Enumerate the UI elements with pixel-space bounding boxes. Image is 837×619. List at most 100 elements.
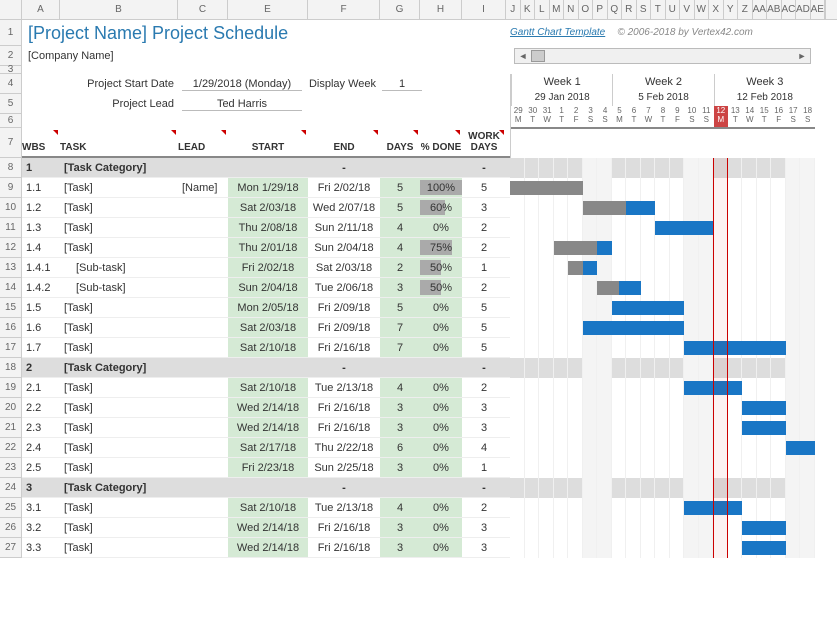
scroll-left-icon[interactable]: ◄ [515,51,531,61]
cell-work-days[interactable]: - [462,158,506,177]
cell-start[interactable]: Sat 2/10/18 [228,338,308,357]
cell-pct-done[interactable]: 0% [420,458,462,477]
cell-end[interactable]: Fri 2/09/18 [308,318,380,337]
cell-end[interactable]: Tue 2/13/18 [308,498,380,517]
cell-start[interactable]: Wed 2/14/18 [228,398,308,417]
scroll-right-icon[interactable]: ► [794,51,810,61]
cell-days[interactable] [380,358,420,377]
cell-work-days[interactable]: 5 [462,178,506,197]
row-header[interactable]: 4 [0,74,22,94]
cell-days[interactable]: 5 [380,178,420,197]
cell-end[interactable]: Wed 2/07/18 [308,198,380,217]
start-date-value[interactable]: 1/29/2018 (Monday) [182,78,302,91]
cell-task[interactable]: [Task] [60,498,178,517]
cell-days[interactable] [380,478,420,497]
row-header[interactable]: 13 [0,258,22,278]
cell-work-days[interactable]: 5 [462,338,506,357]
cell-task[interactable]: [Task Category] [60,478,178,497]
cell-lead[interactable] [178,398,228,417]
cell-start[interactable]: Sun 2/04/18 [228,278,308,297]
gantt-bar[interactable] [786,441,815,455]
cell-work-days[interactable]: 5 [462,318,506,337]
cell-task[interactable]: [Task] [60,518,178,537]
cell-lead[interactable] [178,378,228,397]
cell-pct-done[interactable]: 0% [420,338,462,357]
cell-wbs[interactable]: 3.2 [22,518,60,537]
cell-lead[interactable] [178,438,228,457]
cell-start[interactable] [228,478,308,497]
gantt-bar[interactable] [742,541,786,555]
cell-end[interactable]: Tue 2/13/18 [308,378,380,397]
cell-lead[interactable] [178,538,228,557]
cell-days[interactable] [380,158,420,177]
row-header[interactable]: 6 [0,114,22,128]
cell-pct-done[interactable]: 0% [420,438,462,457]
cell-end[interactable]: Sun 2/11/18 [308,218,380,237]
cell-task[interactable]: [Task] [60,198,178,217]
cell-lead[interactable] [178,358,228,377]
cell-start[interactable] [228,158,308,177]
cell-end[interactable]: Sun 2/04/18 [308,238,380,257]
cell-end[interactable]: - [308,158,380,177]
cell-start[interactable]: Mon 2/05/18 [228,298,308,317]
cell-wbs[interactable]: 3.1 [22,498,60,517]
row-header[interactable]: 10 [0,198,22,218]
cell-pct-done[interactable]: 0% [420,218,462,237]
cell-wbs[interactable]: 1.6 [22,318,60,337]
row-header[interactable]: 24 [0,478,22,498]
cell-work-days[interactable]: - [462,478,506,497]
cell-task[interactable]: [Sub-task] [60,278,178,297]
gantt-bar[interactable] [742,401,786,415]
cell-task[interactable]: [Task] [60,418,178,437]
row-header[interactable]: 21 [0,418,22,438]
cell-task[interactable]: [Task Category] [60,358,178,377]
cell-wbs[interactable]: 1 [22,158,60,177]
row-header[interactable]: 7 [0,128,22,158]
cell-end[interactable]: Fri 2/16/18 [308,538,380,557]
cell-wbs[interactable]: 1.1 [22,178,60,197]
cell-days[interactable]: 5 [380,298,420,317]
cell-lead[interactable] [178,498,228,517]
cell-end[interactable]: Sat 2/03/18 [308,258,380,277]
cell-task[interactable]: [Task] [60,218,178,237]
cell-days[interactable]: 3 [380,398,420,417]
col-pct-done[interactable]: % DONE [420,128,462,156]
cell-wbs[interactable]: 1.3 [22,218,60,237]
cell-pct-done[interactable] [420,158,462,177]
cell-end[interactable]: Fri 2/16/18 [308,338,380,357]
cell-pct-done[interactable] [420,358,462,377]
cell-wbs[interactable]: 2.5 [22,458,60,477]
cell-pct-done[interactable]: 0% [420,298,462,317]
cell-days[interactable]: 3 [380,278,420,297]
gantt-bar[interactable] [684,501,742,515]
cell-task[interactable]: [Task] [60,538,178,557]
cell-wbs[interactable]: 1.4 [22,238,60,257]
cell-start[interactable]: Fri 2/23/18 [228,458,308,477]
row-header[interactable]: 25 [0,498,22,518]
cell-days[interactable]: 5 [380,198,420,217]
row-header[interactable]: 15 [0,298,22,318]
cell-task[interactable]: [Task] [60,178,178,197]
cell-days[interactable]: 3 [380,458,420,477]
cell-work-days[interactable]: 4 [462,438,506,457]
col-start[interactable]: START [228,128,308,156]
col-days[interactable]: DAYS [380,128,420,156]
cell-start[interactable]: Sat 2/03/18 [228,318,308,337]
cell-work-days[interactable]: 3 [462,398,506,417]
cell-wbs[interactable]: 2 [22,358,60,377]
cell-start[interactable]: Thu 2/01/18 [228,238,308,257]
cell-end[interactable]: Tue 2/06/18 [308,278,380,297]
row-header[interactable]: 26 [0,518,22,538]
cell-days[interactable]: 6 [380,438,420,457]
row-header[interactable]: 12 [0,238,22,258]
cell-end[interactable]: - [308,358,380,377]
cell-start[interactable]: Sat 2/10/18 [228,378,308,397]
row-header[interactable]: 14 [0,278,22,298]
cell-wbs[interactable]: 1.2 [22,198,60,217]
cell-days[interactable]: 4 [380,498,420,517]
cell-lead[interactable] [178,158,228,177]
row-header[interactable]: 3 [0,66,22,74]
cell-work-days[interactable]: - [462,358,506,377]
col-task[interactable]: TASK [60,128,178,156]
cell-work-days[interactable]: 1 [462,258,506,277]
